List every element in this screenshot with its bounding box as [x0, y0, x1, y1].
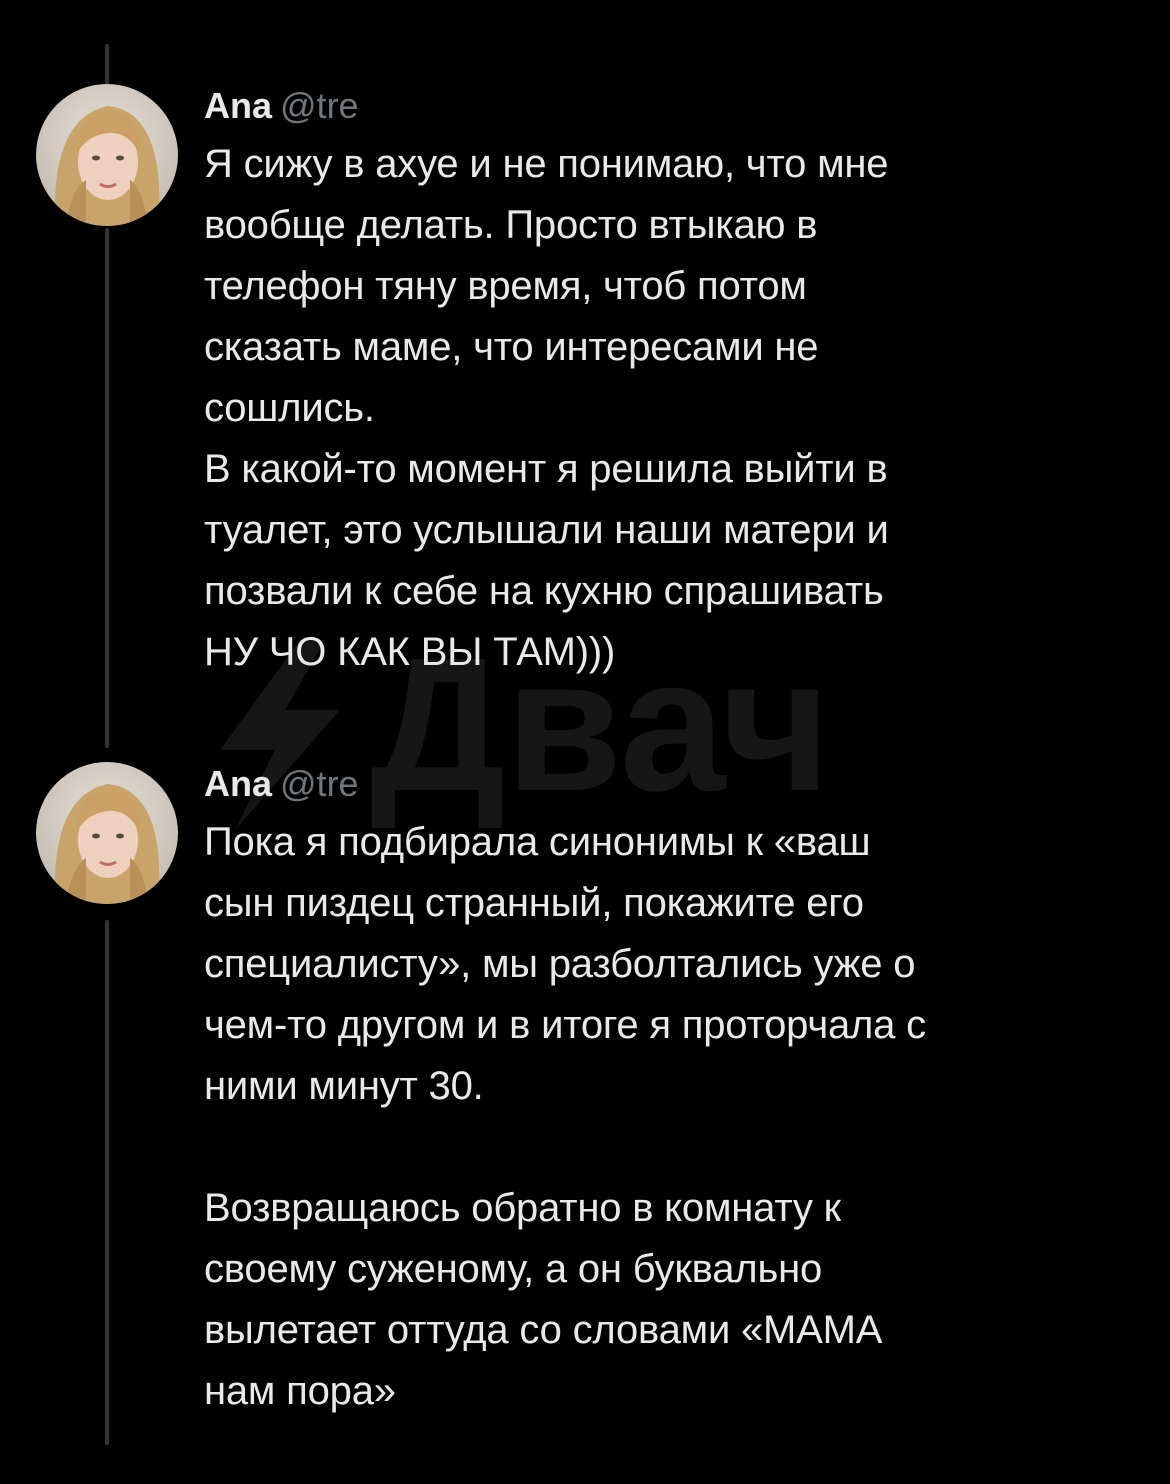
- post-body: Ana @tre Пока я подбирала синонимы к «ваш…: [204, 762, 1134, 1422]
- thread-line-top: [105, 44, 109, 84]
- thread-line-middle: [105, 228, 109, 748]
- avatar-photo-icon: [36, 84, 178, 226]
- author-handle[interactable]: @tre: [280, 763, 359, 804]
- post-header: Ana @tre: [204, 762, 1134, 806]
- avatar[interactable]: [36, 762, 178, 904]
- author-handle[interactable]: @tre: [280, 85, 359, 126]
- post-body: Ana @tre Я сижу в ахуе и не понимаю, что …: [204, 84, 1134, 683]
- thread-line-bottom: [105, 920, 109, 1445]
- author-name[interactable]: Ana: [204, 763, 272, 804]
- avatar[interactable]: [36, 84, 178, 226]
- author-name[interactable]: Ana: [204, 85, 272, 126]
- avatar-photo-icon: [36, 762, 178, 904]
- post-text: Я сижу в ахуе и не понимаю, что мне вооб…: [204, 142, 889, 674]
- post-header: Ana @tre: [204, 84, 1134, 128]
- post-text: Пока я подбирала синонимы к «ваш сын пиз…: [204, 820, 926, 1413]
